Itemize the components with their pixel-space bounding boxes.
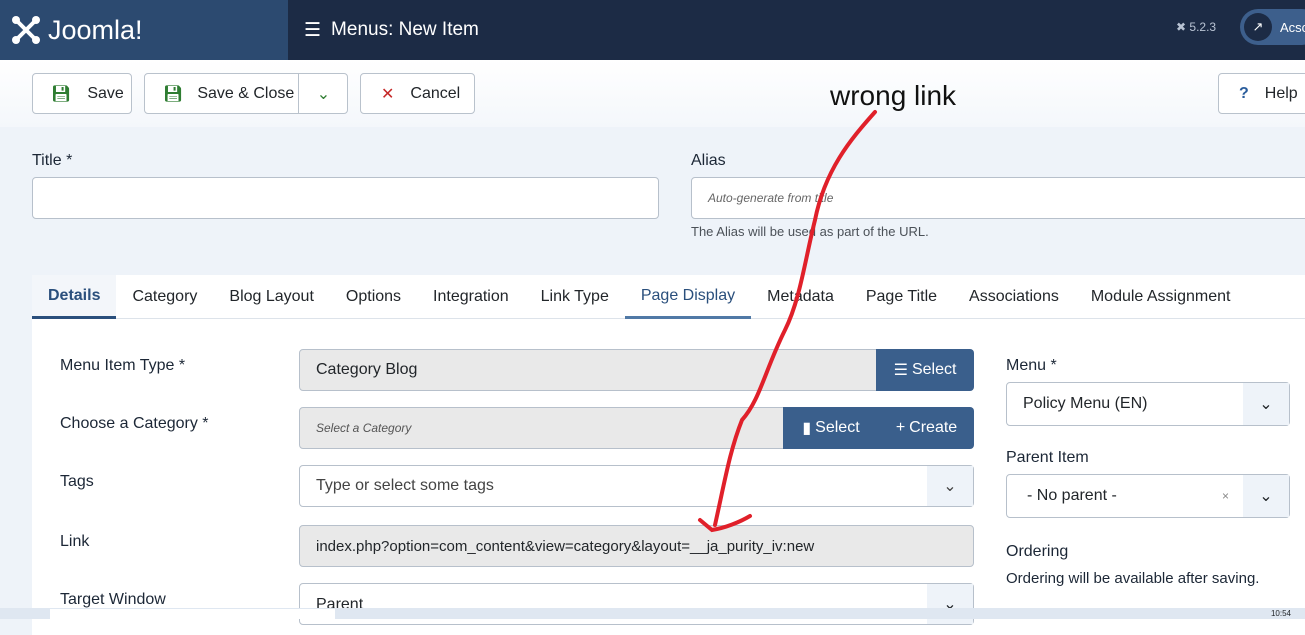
annotation-arrow (698, 110, 877, 533)
arrow-path (698, 110, 877, 533)
